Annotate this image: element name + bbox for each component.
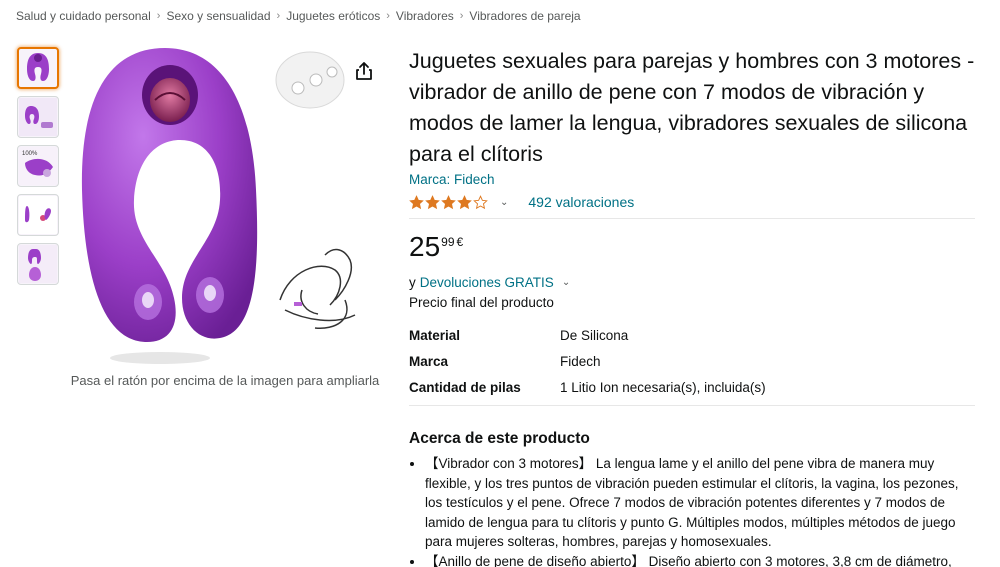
breadcrumb-separator: › xyxy=(386,10,390,22)
chevron-down-icon[interactable]: ⌄ xyxy=(500,197,508,208)
thumbnail-badge-text: 100% xyxy=(22,151,38,157)
spec-value: Fidech xyxy=(560,353,601,369)
breadcrumb-item[interactable]: Sexo y sensualidad xyxy=(166,9,270,23)
spec-table: Material De Silicona Marca Fidech Cantid… xyxy=(409,322,984,400)
product-details: Juguetes sexuales para parejas y hombres… xyxy=(409,46,984,567)
thumbnail-3[interactable]: 100% xyxy=(17,145,59,187)
product-title: Juguetes sexuales para parejas y hombres… xyxy=(409,49,975,166)
product-thumbnail-image xyxy=(27,53,49,81)
usage-illustration xyxy=(279,248,356,329)
final-price-label: Precio final del producto xyxy=(409,295,554,310)
list-item: 【Vibrador con 3 motores】 La lengua lame … xyxy=(425,454,975,552)
price-fraction: 99 xyxy=(441,235,455,249)
brand-link[interactable]: Marca: Fidech xyxy=(409,172,495,187)
price-whole: 25 xyxy=(409,231,441,262)
spec-key: Cantidad de pilas xyxy=(409,379,521,395)
remote-control-image xyxy=(275,51,345,109)
product-thumbnail-image xyxy=(19,196,57,234)
breadcrumb-separator: › xyxy=(156,10,161,22)
star-icon xyxy=(441,194,456,209)
breadcrumb-separator: › xyxy=(276,10,281,22)
chevron-down-icon[interactable]: ⌄ xyxy=(562,277,570,288)
free-returns-link[interactable]: Devoluciones GRATIS xyxy=(420,275,554,290)
share-icon xyxy=(356,62,372,80)
breadcrumb: Salud y cuidado personal › Sexo y sensua… xyxy=(16,9,581,23)
thumbnail-1[interactable] xyxy=(17,47,59,89)
product-thumbnail-image xyxy=(19,98,57,136)
ratings-count-link[interactable]: 492 valoraciones xyxy=(528,194,634,210)
star-icon xyxy=(425,194,440,209)
price: 25 99 € xyxy=(409,233,984,265)
breadcrumb-item[interactable]: Juguetes eróticos xyxy=(286,9,380,23)
share-button[interactable] xyxy=(350,57,378,85)
breadcrumb-item[interactable]: Vibradores de pareja xyxy=(469,9,580,23)
spec-row: Cantidad de pilas 1 Litio Ion necesaria(… xyxy=(409,374,984,400)
price-currency: € xyxy=(456,235,464,249)
thumbnail-2[interactable] xyxy=(17,96,59,138)
zoom-hint: Pasa el ratón por encima de la imagen pa… xyxy=(70,373,380,388)
spec-row: Material De Silicona xyxy=(409,322,984,348)
breadcrumb-separator: › xyxy=(459,10,464,22)
main-product-image[interactable] xyxy=(70,40,390,370)
cock-ring-vibrator-image xyxy=(81,48,356,364)
star-icon xyxy=(409,194,424,209)
list-item: 【Anillo de pene de diseño abierto】 Diseñ… xyxy=(425,552,975,567)
spec-row: Marca Fidech xyxy=(409,348,984,374)
divider xyxy=(409,218,975,219)
thumbnail-strip: 100% xyxy=(17,47,59,285)
star-icon xyxy=(473,194,488,209)
breadcrumb-item[interactable]: Salud y cuidado personal xyxy=(16,9,151,23)
product-thumbnail-image xyxy=(19,245,57,283)
about-bullets: 【Vibrador con 3 motores】 La lengua lame … xyxy=(409,454,975,567)
breadcrumb-item[interactable]: Vibradores xyxy=(396,9,454,23)
thumbnail-4[interactable] xyxy=(17,194,59,236)
returns-info: y Devoluciones GRATIS ⌄ xyxy=(409,275,984,290)
star-rating[interactable] xyxy=(409,194,488,210)
thumbnail-5[interactable] xyxy=(17,243,59,285)
about-title: Acerca de este producto xyxy=(409,430,590,447)
rating-row: ⌄ 492 valoraciones xyxy=(409,191,984,213)
divider xyxy=(409,405,975,406)
product-thumbnail-image: 100% xyxy=(19,147,57,185)
spec-key: Material xyxy=(409,327,461,343)
spec-value: 1 Litio Ion necesaria(s), incluida(s) xyxy=(560,379,766,395)
returns-prefix: y xyxy=(409,275,416,290)
spec-value: De Silicona xyxy=(560,327,629,343)
star-icon xyxy=(457,194,472,209)
spec-key: Marca xyxy=(409,353,449,369)
